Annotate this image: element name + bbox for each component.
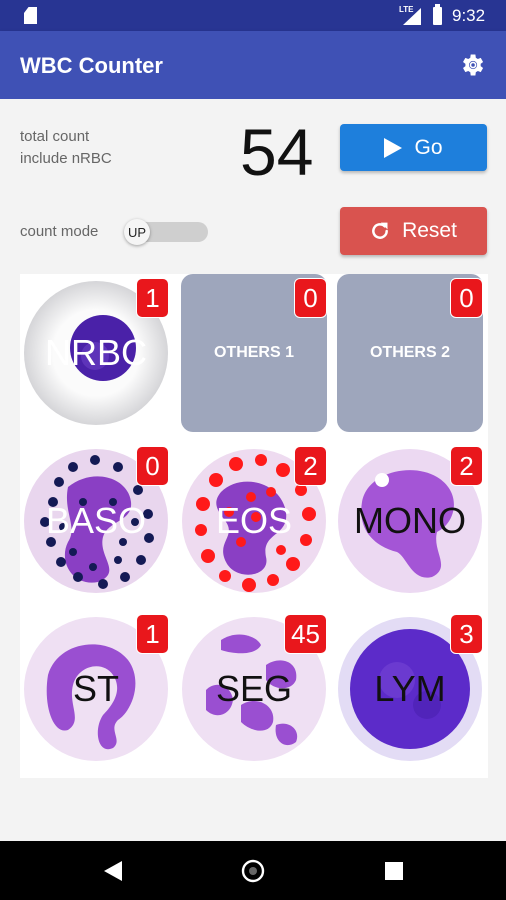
count-badge: 0	[450, 278, 483, 318]
navigation-bar	[0, 841, 506, 900]
battery-icon	[433, 4, 442, 25]
clock: 9:32	[452, 6, 486, 25]
count-badge: 2	[450, 446, 483, 486]
sd-card-icon	[24, 7, 37, 24]
cell-button-mono[interactable]: MONO 2	[337, 442, 483, 600]
cell-button-baso[interactable]: BASO 0	[23, 442, 169, 600]
count-badge: 1	[136, 278, 169, 318]
cell-button-eos[interactable]: EOS 2	[181, 442, 327, 600]
home-icon[interactable]	[241, 859, 265, 883]
count-badge: 0	[136, 446, 169, 486]
count-badge: 0	[294, 278, 327, 318]
count-badge: 3	[450, 614, 483, 654]
go-label: Go	[414, 135, 443, 159]
reset-button[interactable]: Reset	[340, 207, 487, 255]
refresh-icon	[372, 222, 388, 239]
count-mode-label: count mode	[20, 223, 99, 240]
cell-button-others-2[interactable]: OTHERS 2 0	[337, 274, 483, 432]
network-type: LTE	[399, 5, 414, 14]
play-icon	[384, 137, 403, 158]
count-badge: 1	[136, 614, 169, 654]
count-mode-switch[interactable]: UP	[124, 219, 208, 245]
cell-button-st[interactable]: ST 1	[23, 610, 169, 768]
recents-icon[interactable]	[385, 862, 403, 880]
back-icon[interactable]	[104, 861, 122, 881]
total-count-label: total count include nRBC	[20, 128, 112, 167]
cell-button-lym[interactable]: LYM 3	[337, 610, 483, 768]
app-title: WBC Counter	[20, 53, 163, 78]
cell-button-seg[interactable]: SEG 45	[181, 610, 327, 768]
status-bar: LTE 9:32	[0, 0, 506, 31]
count-badge: 2	[294, 446, 327, 486]
gear-icon[interactable]	[458, 51, 486, 79]
cell-button-others-1[interactable]: OTHERS 1 0	[181, 274, 327, 432]
app-bar: WBC Counter	[0, 31, 506, 99]
reset-label: Reset	[402, 219, 457, 242]
count-mode-knob[interactable]: UP	[124, 219, 150, 245]
cell-grid: NRBC 1 OTHERS 1 0 OTHERS 2 0 BASO 0 EOS …	[20, 274, 488, 778]
total-count-value: 54	[240, 115, 314, 189]
cell-button-nrbc[interactable]: NRBC 1	[23, 274, 169, 432]
go-button[interactable]: Go	[340, 124, 487, 171]
count-badge: 45	[284, 614, 327, 654]
